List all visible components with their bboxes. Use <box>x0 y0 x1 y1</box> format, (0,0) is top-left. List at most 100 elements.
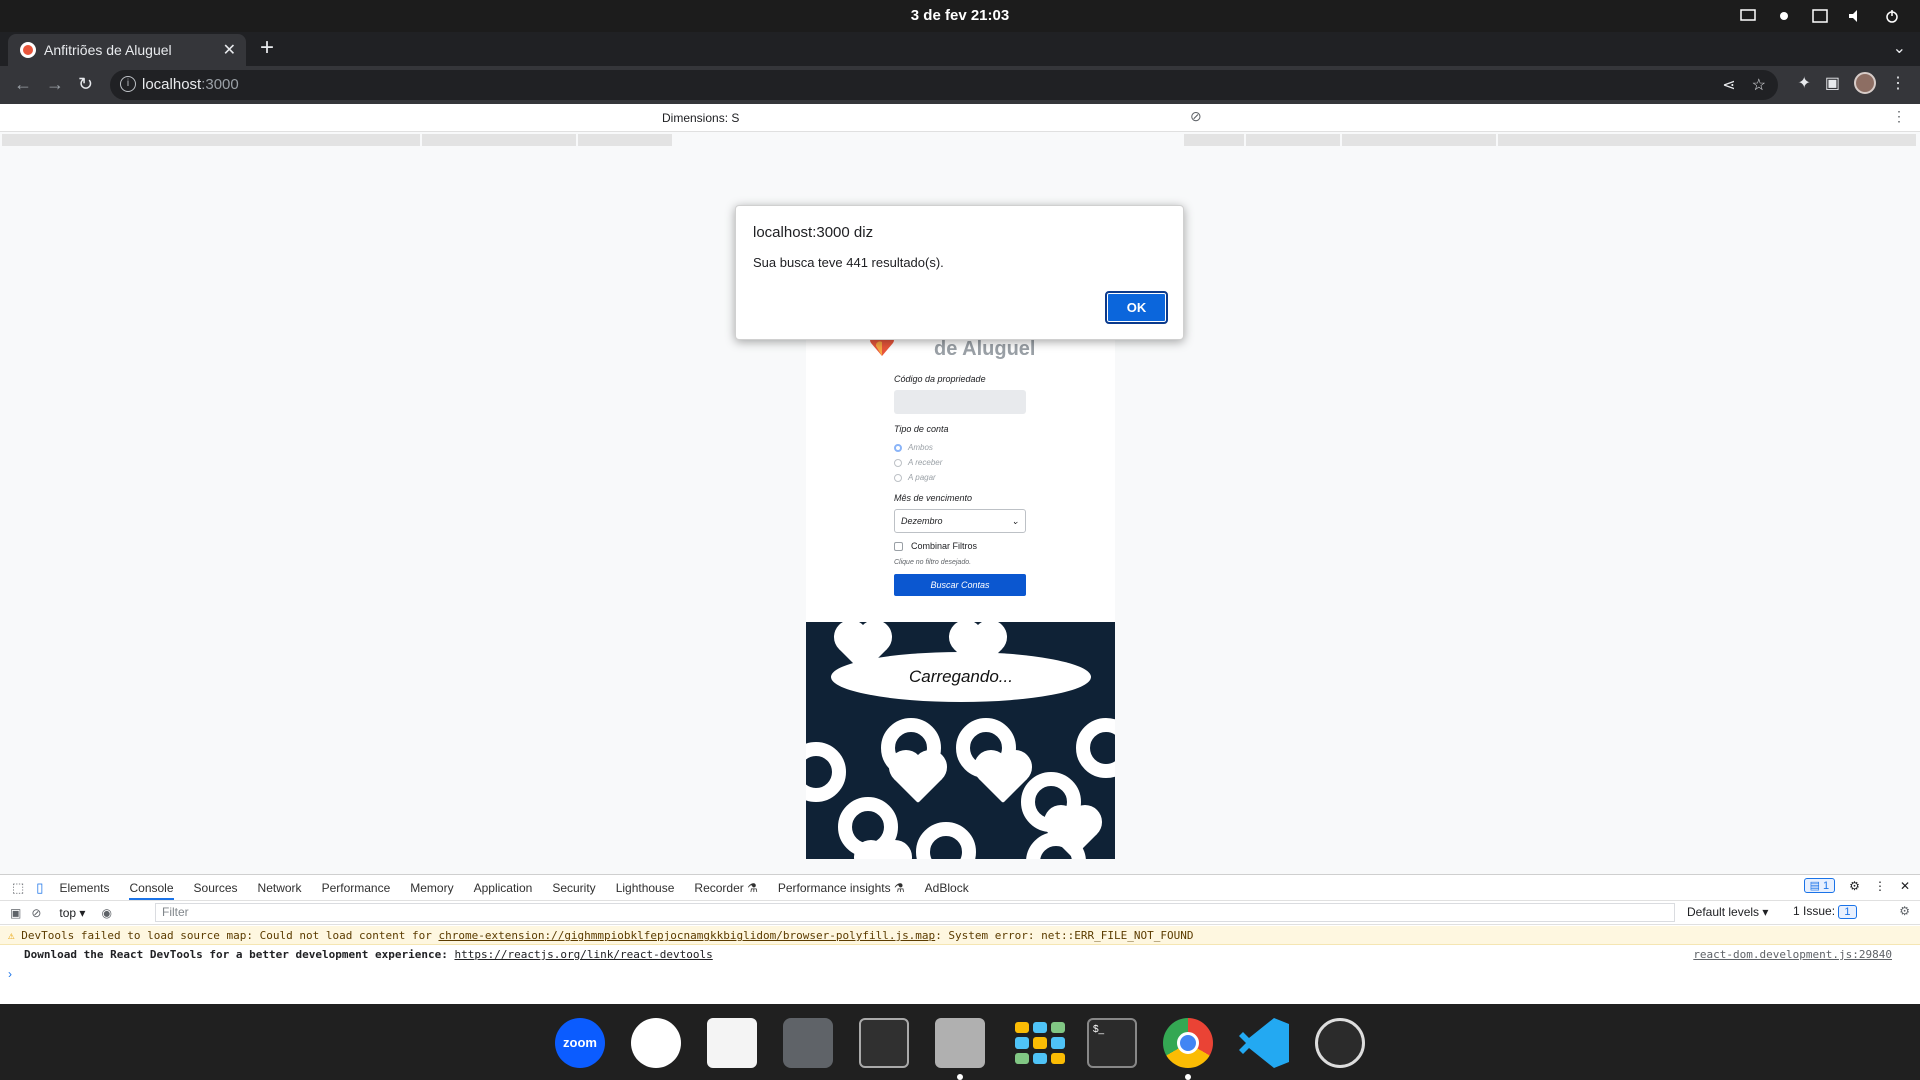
zoom-app-icon[interactable]: zoom <box>555 1018 605 1068</box>
account-type-label: Tipo de conta <box>894 424 949 434</box>
inspect-element-icon[interactable]: ⬚ <box>12 880 24 896</box>
terminal-app-icon[interactable]: $_ <box>1087 1018 1137 1068</box>
site-info-icon[interactable]: i <box>120 76 136 92</box>
react-devtools-link[interactable]: https://reactjs.org/link/react-devtools <box>454 948 712 961</box>
tab-application[interactable]: Application <box>474 881 533 895</box>
live-expression-eye-icon[interactable]: ◉ <box>101 906 111 920</box>
log-source-link[interactable]: react-dom.development.js:29840 <box>1693 948 1892 961</box>
back-arrow-icon[interactable]: ← <box>14 74 32 95</box>
profile-avatar[interactable] <box>1854 72 1876 94</box>
new-tab-button[interactable]: + <box>260 34 274 62</box>
tab-elements[interactable]: Elements <box>59 881 109 895</box>
radio-ambos[interactable]: Ambos <box>894 440 1054 455</box>
forward-arrow-icon[interactable]: → <box>46 74 64 95</box>
warning-triangle-icon: ⚠ <box>8 929 15 942</box>
pattern-ring <box>916 822 976 859</box>
text-editor-app-icon[interactable] <box>707 1018 757 1068</box>
console-settings-gear-icon[interactable]: ⚙ <box>1899 904 1910 918</box>
media-query-segment[interactable] <box>2 134 420 146</box>
files-app-icon[interactable] <box>935 1018 985 1080</box>
tab-search-chevron-icon[interactable]: ⌄ <box>1893 38 1906 58</box>
context-selector[interactable]: top ▾ <box>59 906 85 920</box>
media-query-segment[interactable] <box>1498 134 1916 146</box>
alert-dialog: localhost:3000 diz Sua busca teve 441 re… <box>735 205 1184 340</box>
month-select[interactable]: Dezembro ⌄ <box>894 509 1026 533</box>
tab-console[interactable]: Console <box>129 881 174 900</box>
close-tab-icon[interactable]: ✕ <box>223 40 236 60</box>
radio-dot[interactable] <box>894 458 902 467</box>
media-query-bar[interactable] <box>0 132 1920 148</box>
source-map-link[interactable]: chrome-extension://gighmmpiobklfepjocnam… <box>438 929 935 942</box>
tab-performance[interactable]: Performance <box>322 881 391 895</box>
media-query-segment[interactable] <box>1246 134 1340 146</box>
slack-app-icon[interactable] <box>631 1018 681 1068</box>
system-monitor-app-icon[interactable] <box>859 1018 909 1068</box>
alert-ok-button[interactable]: OK <box>1105 291 1168 324</box>
brightness-icon[interactable] <box>1774 6 1794 26</box>
clear-console-icon[interactable]: ⊘ <box>31 906 41 920</box>
vscode-app-icon[interactable] <box>1239 1018 1289 1068</box>
devtools-menu-icon[interactable]: ⋮ <box>1874 879 1886 893</box>
device-options-icon[interactable]: ⋮ <box>1892 108 1906 125</box>
tab-title: Anfitriões de Aluguel <box>44 42 172 58</box>
filter-form: Código da propriedade Tipo de conta Ambo… <box>894 374 1054 596</box>
issues-badge[interactable]: ▤ 1 <box>1803 878 1836 893</box>
tab-adblock[interactable]: AdBlock <box>925 881 969 895</box>
devtools-close-icon[interactable]: ✕ <box>1900 879 1910 893</box>
device-toggle-icon[interactable]: ▯ <box>36 880 43 896</box>
media-query-segment[interactable] <box>1342 134 1496 146</box>
log-levels-dropdown[interactable]: Default levels ▾ <box>1687 905 1768 919</box>
tab-memory[interactable]: Memory <box>410 881 453 895</box>
devtools-settings-gear-icon[interactable]: ⚙ <box>1849 879 1860 893</box>
window-icon[interactable] <box>1810 6 1830 26</box>
property-code-input[interactable] <box>894 390 1026 414</box>
search-accounts-button[interactable]: Buscar Contas <box>894 574 1026 596</box>
tab-strip: Anfitriões de Aluguel ✕ + ⌄ <box>0 32 1920 66</box>
devtools-tabs: ⬚ ▯ Elements Console Sources Network Per… <box>0 875 1920 901</box>
console-prompt-chevron-icon[interactable]: › <box>8 967 12 981</box>
reload-icon[interactable]: ↻ <box>78 74 93 95</box>
bookmark-star-icon[interactable]: ☆ <box>1752 75 1766 95</box>
checkbox-box[interactable] <box>894 541 903 551</box>
tab-network[interactable]: Network <box>258 881 302 895</box>
tab-recorder[interactable]: Recorder ⚗ <box>694 881 757 895</box>
extensions-puzzle-icon[interactable]: ✦ <box>1797 73 1810 93</box>
media-query-segment[interactable] <box>1184 134 1244 146</box>
running-indicator <box>957 1074 963 1080</box>
media-query-segment[interactable] <box>578 134 672 146</box>
brand-name: de Aluguel <box>934 338 1036 360</box>
radio-a-pagar[interactable]: A pagar <box>894 470 1054 485</box>
browser-menu-icon[interactable]: ⋮ <box>1890 73 1906 93</box>
tab-lighthouse[interactable]: Lighthouse <box>616 881 675 895</box>
side-panel-icon[interactable]: ▣ <box>1825 73 1840 93</box>
power-icon[interactable] <box>1882 6 1902 26</box>
share-icon[interactable]: ⋖ <box>1722 75 1735 95</box>
console-filter-input[interactable]: Filter <box>155 903 1675 922</box>
media-query-gap <box>674 134 1182 146</box>
issues-counter[interactable]: 1 Issue: 1 <box>1793 904 1857 919</box>
radio-dot[interactable] <box>894 473 902 482</box>
tab-sources[interactable]: Sources <box>194 881 238 895</box>
dimensions-label[interactable]: Dimensions: S <box>662 111 739 125</box>
media-query-segment[interactable] <box>422 134 576 146</box>
screen-share-icon[interactable] <box>1738 6 1758 26</box>
tab-security[interactable]: Security <box>552 881 595 895</box>
alert-host: localhost:3000 diz <box>753 224 874 241</box>
browser-tab[interactable]: Anfitriões de Aluguel ✕ <box>8 34 246 66</box>
sidebar-toggle-icon[interactable]: ▣ <box>10 906 21 920</box>
show-apps-grid-icon[interactable] <box>1011 1018 1065 1068</box>
tab-performance-insights[interactable]: Performance insights ⚗ <box>778 881 905 895</box>
system-tray[interactable] <box>1738 6 1902 26</box>
chevron-down-icon: ⌄ <box>1011 516 1019 526</box>
volume-icon[interactable] <box>1846 6 1866 26</box>
address-bar[interactable]: i localhost:3000 ⋖ ☆ <box>110 70 1778 100</box>
radio-a-receber[interactable]: A receber <box>894 455 1054 470</box>
rotate-icon[interactable]: ⊘ <box>1190 108 1202 125</box>
radio-dot[interactable] <box>894 443 902 452</box>
url-text[interactable]: localhost:3000 <box>142 76 239 93</box>
system-clock[interactable]: 3 de fev 21:03 <box>0 0 1920 32</box>
combine-filters-checkbox[interactable]: Combinar Filtros <box>894 541 1054 551</box>
settings-app-icon[interactable] <box>783 1018 833 1068</box>
obs-app-icon[interactable] <box>1315 1018 1365 1068</box>
chrome-app-icon[interactable] <box>1163 1018 1213 1080</box>
